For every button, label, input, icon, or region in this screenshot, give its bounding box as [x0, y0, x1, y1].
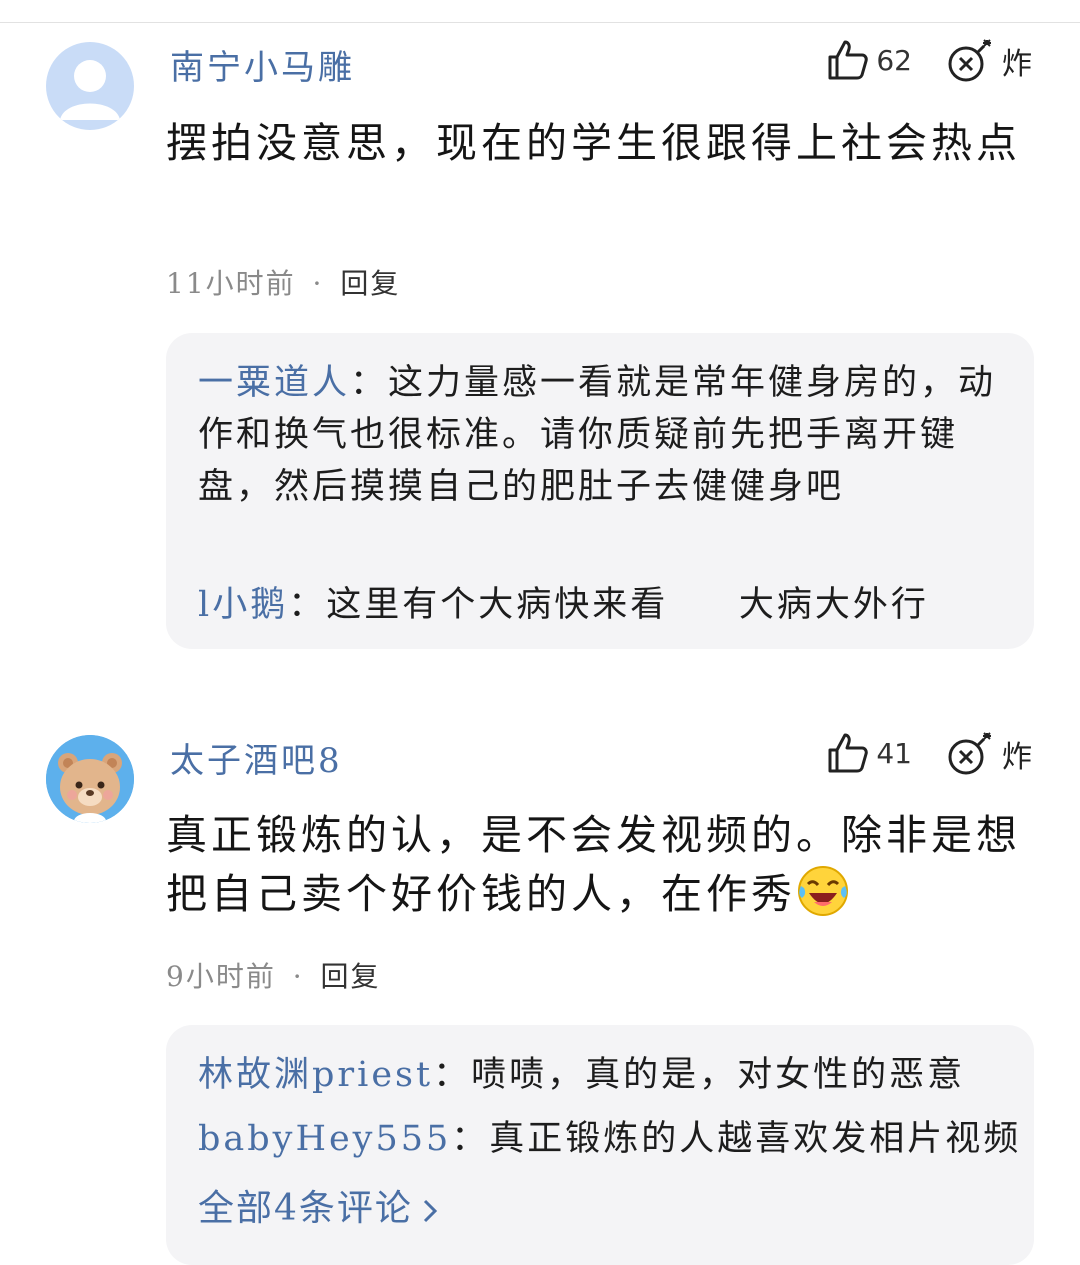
meta-separator: ·	[292, 960, 304, 993]
reply-sep: ：	[433, 1055, 472, 1095]
comment-username[interactable]: 太子酒吧8	[170, 733, 343, 782]
like-count: 62	[876, 43, 912, 77]
reply-text: 真正锻炼的人越喜欢发相片视频	[489, 1119, 1022, 1159]
avatar[interactable]	[46, 42, 134, 130]
meta-separator: ·	[312, 267, 324, 300]
thumbs-up-icon	[828, 40, 869, 80]
reply-text: 这里有个大病快来看 大病大外行	[326, 585, 929, 625]
comment-meta: 9小时前 · 回复	[166, 955, 381, 995]
reply-box: 林故渊priest：啧啧，真的是，对女性的恶意 babyHey555：真正锻炼的…	[166, 1025, 1034, 1265]
like-button[interactable]: 62	[826, 38, 912, 82]
reply-box: 一粟道人：这力量感一看就是常年健身房的，动作和换气也很标准。请你质疑前先把手离开…	[166, 333, 1034, 649]
comment-item: 南宁小马雕 62 炸 摆拍没意思，现在的学生很跟得上社会热点 11小时前 · 回…	[0, 0, 1080, 660]
reply-author[interactable]: 一粟道人	[198, 363, 350, 403]
reply-author[interactable]: 林故渊priest	[198, 1055, 433, 1095]
default-user-icon	[60, 60, 120, 120]
bomb-button[interactable]: 炸	[946, 38, 1032, 84]
reply-item[interactable]: babyHey555：真正锻炼的人越喜欢发相片视频	[198, 1113, 1018, 1165]
bomb-icon	[948, 732, 991, 775]
reply-author[interactable]: babyHey555	[198, 1119, 451, 1159]
bomb-icon	[948, 39, 991, 82]
bear-avatar-icon	[46, 735, 134, 823]
reply-sep: ：	[451, 1119, 490, 1159]
reply-item[interactable]: l小鹅：这里有个大病快来看 大病大外行	[198, 579, 1008, 631]
reply-button[interactable]: 回复	[321, 960, 381, 993]
reply-sep: ：	[350, 363, 389, 403]
comment-text: 真正锻炼的认，是不会发视频的。除非是想把自己卖个好价钱的人，在作秀	[166, 806, 1046, 923]
view-all-replies-label: 全部4条评论	[198, 1188, 413, 1229]
bomb-label: 炸	[1002, 47, 1032, 82]
like-button[interactable]: 41	[826, 731, 912, 775]
bomb-button[interactable]: 炸	[946, 731, 1032, 777]
reply-author[interactable]: l小鹅	[198, 585, 288, 625]
reply-button[interactable]: 回复	[340, 267, 400, 300]
like-count: 41	[876, 736, 912, 770]
comment-text: 摆拍没意思，现在的学生很跟得上社会热点	[166, 119, 1021, 167]
laughing-crying-emoji-icon	[798, 866, 848, 916]
comment-username[interactable]: 南宁小马雕	[170, 40, 355, 89]
reply-text: 啧啧，真的是，对女性的恶意	[471, 1055, 966, 1095]
comment-text-content: 真正锻炼的认，是不会发视频的。除非是想把自己卖个好价钱的人，在作秀	[166, 811, 1021, 918]
thumbs-up-icon	[828, 733, 869, 773]
reply-item[interactable]: 一粟道人：这力量感一看就是常年健身房的，动作和换气也很标准。请你质疑前先把手离开…	[198, 357, 1008, 513]
reply-sep: ：	[288, 585, 327, 625]
bomb-label: 炸	[1002, 740, 1032, 775]
chevron-right-icon	[423, 1199, 438, 1223]
comment-meta: 11小时前 · 回复	[166, 262, 400, 302]
view-all-replies-link[interactable]: 全部4条评论	[198, 1179, 439, 1231]
reply-item[interactable]: 林故渊priest：啧啧，真的是，对女性的恶意	[198, 1049, 1008, 1101]
avatar[interactable]	[46, 735, 134, 823]
comment-time: 9小时前	[166, 960, 276, 993]
comment-time: 11小时前	[166, 267, 296, 300]
